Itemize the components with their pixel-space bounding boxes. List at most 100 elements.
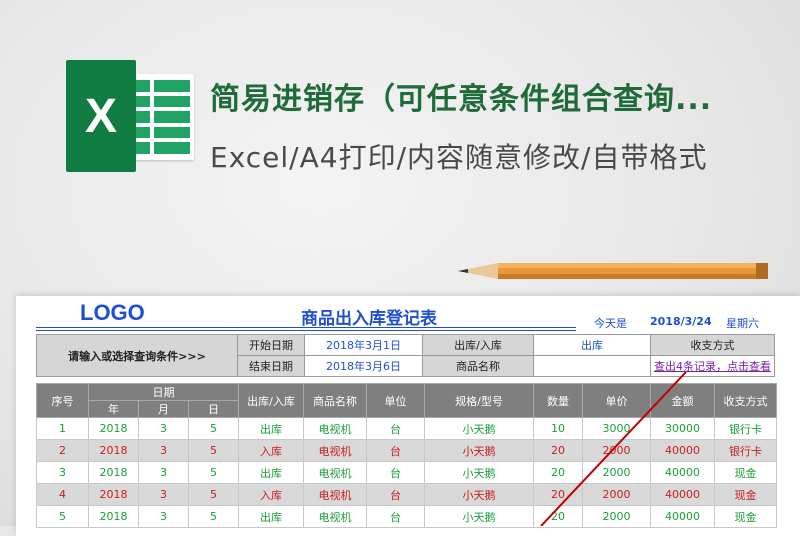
- records-table: 序号 日期 出库/入库 商品名称 单位 规格/型号 数量 单价 金额 收支方式 …: [36, 383, 777, 528]
- cell-amount[interactable]: 30000: [650, 417, 715, 440]
- cell-index[interactable]: 4: [36, 483, 89, 506]
- cell-amount[interactable]: 40000: [650, 461, 715, 484]
- banner-subtitle: Excel/A4打印/内容随意修改/自带格式: [210, 141, 708, 174]
- cell-unit[interactable]: 台: [366, 439, 425, 462]
- cell-product[interactable]: 电视机: [303, 439, 367, 462]
- cell-amount[interactable]: 40000: [650, 439, 715, 462]
- cell-price[interactable]: 2000: [582, 439, 651, 462]
- cell-unit[interactable]: 台: [366, 483, 425, 506]
- cell-spec[interactable]: 小天鹅: [424, 483, 534, 506]
- payment-label: 收支方式: [650, 334, 775, 356]
- cell-month[interactable]: 3: [138, 483, 189, 506]
- query-panel: 请输入或选择查询条件>>> 开始日期 2018年3月1日 出库/入库 出库 收支…: [36, 334, 775, 377]
- cell-payment[interactable]: 银行卡: [714, 439, 777, 462]
- cell-product[interactable]: 电视机: [303, 505, 367, 528]
- end-date-label: 结束日期: [237, 355, 305, 377]
- table-row: 1 2018 3 5 出库 电视机台小天鹅 10 3000 30000 银行卡: [36, 417, 777, 440]
- excel-logo-icon: X: [66, 60, 194, 172]
- cell-qty[interactable]: 10: [533, 417, 583, 440]
- col-unit: 单位: [366, 383, 425, 418]
- cell-index[interactable]: 5: [36, 505, 89, 528]
- cell-year[interactable]: 2018: [88, 417, 139, 440]
- cell-payment[interactable]: 银行卡: [714, 417, 777, 440]
- cell-product[interactable]: 电视机: [303, 461, 367, 484]
- cell-unit[interactable]: 台: [366, 417, 425, 440]
- col-payment: 收支方式: [714, 383, 777, 418]
- product-field[interactable]: [533, 355, 651, 377]
- product-label: 商品名称: [422, 355, 534, 377]
- col-index: 序号: [36, 383, 89, 418]
- title-underline: [36, 327, 576, 328]
- records-body: 1 2018 3 5 出库 电视机台小天鹅 10 3000 30000 银行卡 2 2018 3 5 入库电…: [36, 417, 777, 528]
- cell-io[interactable]: 出库: [238, 505, 304, 528]
- cell-io[interactable]: 出库: [238, 417, 304, 440]
- cell-month[interactable]: 3: [138, 439, 189, 462]
- cell-io[interactable]: 入库: [238, 483, 304, 506]
- cell-payment[interactable]: 现金: [714, 461, 777, 484]
- sheet-title: 商品出入库登记表: [301, 309, 437, 329]
- cell-year[interactable]: 2018: [88, 461, 139, 484]
- col-price: 单价: [582, 383, 651, 418]
- col-year: 年: [88, 400, 139, 418]
- weekday: 星期六: [726, 317, 759, 330]
- cell-day[interactable]: 5: [188, 417, 239, 440]
- today-value: 2018/3/24: [650, 315, 712, 328]
- cell-year[interactable]: 2018: [88, 483, 139, 506]
- table-row: 4 2018 3 5 入库 电视机台小天鹅 20 2000 40000 现金: [36, 483, 777, 506]
- cell-spec[interactable]: 小天鹅: [424, 505, 534, 528]
- table-row: 3 2018 3 5 出库 电视机台小天鹅 20 2000 40000 现金: [36, 461, 777, 484]
- cell-index[interactable]: 2: [36, 439, 89, 462]
- title-underline-2: [36, 330, 576, 331]
- cell-amount[interactable]: 40000: [650, 483, 715, 506]
- cell-payment[interactable]: 现金: [714, 483, 777, 506]
- col-qty: 数量: [533, 383, 583, 418]
- cell-amount[interactable]: 40000: [650, 505, 715, 528]
- col-io: 出库/入库: [238, 383, 304, 418]
- start-date-label: 开始日期: [237, 334, 305, 356]
- col-amount: 金额: [650, 383, 715, 418]
- col-month: 月: [138, 400, 189, 418]
- cell-price[interactable]: 3000: [582, 417, 651, 440]
- cell-spec[interactable]: 小天鹅: [424, 417, 534, 440]
- cell-price[interactable]: 2000: [582, 483, 651, 506]
- io-type-label: 出库/入库: [422, 334, 534, 356]
- cell-month[interactable]: 3: [138, 417, 189, 440]
- cell-io[interactable]: 出库: [238, 461, 304, 484]
- col-date: 日期: [88, 383, 239, 401]
- cell-day[interactable]: 5: [188, 483, 239, 506]
- cell-day[interactable]: 5: [188, 461, 239, 484]
- cell-index[interactable]: 3: [36, 461, 89, 484]
- col-product: 商品名称: [303, 383, 367, 418]
- cell-qty[interactable]: 20: [533, 505, 583, 528]
- cell-price[interactable]: 2000: [582, 461, 651, 484]
- cell-unit[interactable]: 台: [366, 505, 425, 528]
- cell-year[interactable]: 2018: [88, 505, 139, 528]
- start-date-field[interactable]: 2018年3月1日: [304, 334, 423, 356]
- cell-price[interactable]: 2000: [582, 505, 651, 528]
- cell-spec[interactable]: 小天鹅: [424, 439, 534, 462]
- cell-product[interactable]: 电视机: [303, 483, 367, 506]
- cell-unit[interactable]: 台: [366, 461, 425, 484]
- cell-month[interactable]: 3: [138, 505, 189, 528]
- cell-io[interactable]: 入库: [238, 439, 304, 462]
- io-type-field[interactable]: 出库: [533, 334, 651, 356]
- cell-qty[interactable]: 20: [533, 483, 583, 506]
- end-date-field[interactable]: 2018年3月6日: [304, 355, 423, 377]
- cell-product[interactable]: 电视机: [303, 417, 367, 440]
- cell-month[interactable]: 3: [138, 461, 189, 484]
- cell-index[interactable]: 1: [36, 417, 89, 440]
- col-day: 日: [188, 400, 239, 418]
- col-spec: 规格/型号: [424, 383, 534, 418]
- cell-spec[interactable]: 小天鹅: [424, 461, 534, 484]
- result-link[interactable]: 查出4条记录，点击查看: [650, 355, 775, 377]
- today-label: 今天是: [594, 317, 627, 330]
- cell-payment[interactable]: 现金: [714, 505, 777, 528]
- excel-x-badge: X: [66, 60, 136, 172]
- table-row: 5 2018 3 5 出库 电视机台小天鹅 20 2000 40000 现金: [36, 505, 777, 528]
- cell-day[interactable]: 5: [188, 439, 239, 462]
- cell-day[interactable]: 5: [188, 505, 239, 528]
- cell-qty[interactable]: 20: [533, 439, 583, 462]
- cell-year[interactable]: 2018: [88, 439, 139, 462]
- sheet-logo: LOGO: [80, 300, 145, 325]
- cell-qty[interactable]: 20: [533, 461, 583, 484]
